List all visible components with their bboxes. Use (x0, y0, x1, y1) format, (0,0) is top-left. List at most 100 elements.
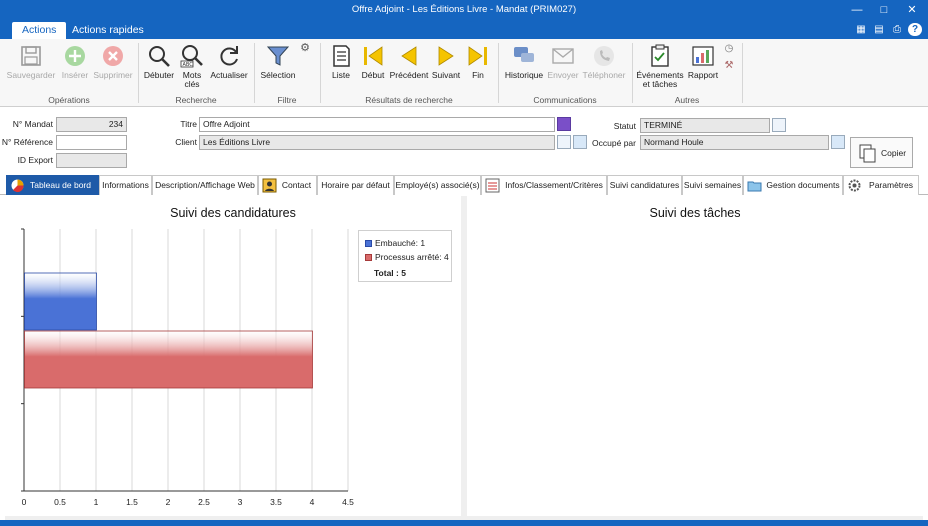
legend-item-embauche: Embauché: 1 (365, 238, 425, 248)
report-button[interactable]: Rapport (685, 43, 721, 80)
tab-bar: Tableau de bord Informations Description… (0, 174, 928, 195)
tab-gestion-documents[interactable]: Gestion documents (743, 175, 843, 195)
title-bar: Offre Adjoint - Les Éditions Livre - Man… (0, 0, 928, 21)
ribbon-tabs: Actions Actions rapides ▦ ▤ ⎙ ? (0, 21, 928, 39)
refresh-icon (220, 46, 238, 66)
legend-item-processus: Processus arrêté: 4 (365, 252, 449, 262)
group-label-communications: Communications (533, 95, 597, 105)
taches-chart-title: Suivi des tâches (649, 206, 741, 220)
first-button[interactable]: Début (358, 43, 388, 80)
gear-icon (848, 179, 861, 192)
export-id-label: ID Export (17, 155, 53, 165)
bar-processus-arrete (24, 330, 313, 389)
previous-button[interactable]: Précédent (389, 43, 429, 80)
tab-suivi-semaines[interactable]: Suivi semaines (682, 175, 743, 195)
statut-search-icon[interactable] (772, 118, 786, 132)
titre-label: Titre (180, 119, 197, 129)
help-icon[interactable]: ? (908, 23, 922, 36)
legend-total: Total : 5 (374, 268, 406, 278)
refresh-button[interactable]: Actualiser (208, 43, 250, 80)
x-tick-label: 1.5 (126, 497, 138, 507)
minimize-icon[interactable]: — (844, 2, 870, 18)
occupe-label: Occupé par (592, 138, 636, 148)
insert-button[interactable]: Insérer (58, 43, 92, 80)
taches-panel: Suivi des tâches (467, 196, 923, 516)
tools-icon[interactable]: ⚒ (722, 61, 736, 71)
copy-button[interactable]: Copier (850, 137, 913, 168)
client-search-icon[interactable] (557, 135, 571, 149)
history-icon (514, 47, 534, 62)
calculator-icon[interactable]: ▦ (854, 23, 868, 36)
tab-suivi-candidatures[interactable]: Suivi candidatures (607, 175, 682, 195)
save-icon (21, 46, 41, 66)
last-button[interactable]: Fin (464, 43, 492, 80)
tab-contact[interactable]: Contact (258, 175, 317, 195)
report-icon (692, 46, 714, 66)
occupe-open-icon[interactable] (831, 135, 845, 149)
save-button[interactable]: Sauvegarder (6, 43, 56, 80)
x-tick-label: 0 (22, 497, 27, 507)
tab-horaire[interactable]: Horaire par défaut (317, 175, 394, 195)
tab-parametres[interactable]: Paramètres (843, 175, 919, 195)
print-icon[interactable]: ⎙ (890, 23, 904, 36)
x-tick-label: 0.5 (54, 497, 66, 507)
keyword-search-button[interactable]: ABC Mots clés (177, 43, 207, 89)
bar-embauche (24, 272, 97, 331)
x-tick-label: 2.5 (198, 497, 210, 507)
mandat-number-field[interactable]: 234 (56, 117, 127, 132)
events-tasks-button[interactable]: Événements et tâches (636, 43, 684, 89)
tab-description[interactable]: Description/Affichage Web (152, 175, 258, 195)
delete-icon (103, 46, 123, 66)
history-button[interactable]: Historique (502, 43, 546, 80)
contact-icon (262, 178, 277, 193)
statut-field[interactable]: TERMINÉ (640, 118, 770, 133)
reference-label: N° Référence (1, 137, 53, 147)
group-label-operations: Opérations (48, 95, 90, 105)
filter-settings-icon[interactable]: ⚙ (298, 43, 312, 54)
tab-employes[interactable]: Employé(s) associé(s) (394, 175, 481, 195)
list-button[interactable]: Liste (326, 43, 356, 80)
keyword-search-icon: ABC (180, 45, 203, 68)
copy-icon (859, 144, 876, 163)
dashboard-icon (11, 179, 24, 193)
x-tick-label: 3 (238, 497, 243, 507)
svg-text:ABC: ABC (183, 62, 194, 68)
client-field[interactable]: Les Éditions Livre (199, 135, 555, 150)
next-button[interactable]: Suivant (430, 43, 462, 80)
group-divider (498, 43, 499, 103)
next-icon (438, 46, 454, 66)
chat-icon[interactable] (557, 117, 571, 131)
reference-field[interactable] (56, 135, 127, 150)
search-start-button[interactable]: Débuter (142, 43, 176, 80)
occupe-field[interactable]: Normand Houle (640, 135, 829, 150)
delete-button[interactable]: Supprimer (92, 43, 134, 80)
copy-label: Copier (881, 148, 907, 158)
tab-informations[interactable]: Informations (99, 175, 152, 195)
maximize-icon[interactable]: □ (871, 2, 897, 18)
selection-filter-button[interactable]: Sélection (258, 43, 298, 80)
x-tick-label: 4 (310, 497, 315, 507)
list-icon (333, 45, 350, 67)
tab-infos-classement[interactable]: Infos/Classement/Critères (481, 175, 607, 195)
x-tick-label: 4.5 (342, 497, 354, 507)
search-icon (149, 46, 170, 67)
plus-icon (65, 46, 85, 66)
export-id-field[interactable] (56, 153, 127, 168)
titre-field[interactable]: Offre Adjoint (199, 117, 555, 132)
dashboard: Suivi des candidatures 0 0.5 1 1.5 2 2.5 3 3.5 4… (5, 196, 923, 520)
clock-icon[interactable]: ◷ (722, 44, 736, 54)
phone-button[interactable]: Téléphoner (581, 43, 627, 80)
x-tick-label: 2 (166, 497, 171, 507)
close-icon[interactable]: ✕ (899, 2, 925, 18)
window-icon[interactable]: ▤ (872, 23, 886, 36)
ribbon-tab-actions-rapides[interactable]: Actions rapides (62, 22, 154, 39)
statut-label: Statut (613, 121, 636, 131)
last-icon (468, 46, 487, 66)
tab-tableau-de-bord[interactable]: Tableau de bord (6, 175, 99, 195)
email-icon (552, 48, 574, 64)
x-tick-label: 1 (94, 497, 99, 507)
send-button[interactable]: Envoyer (546, 43, 580, 80)
ribbon: Sauvegarder Insérer Supprimer Opérations… (0, 39, 928, 107)
ribbon-tab-actions[interactable]: Actions (12, 22, 67, 39)
group-divider (138, 43, 139, 103)
